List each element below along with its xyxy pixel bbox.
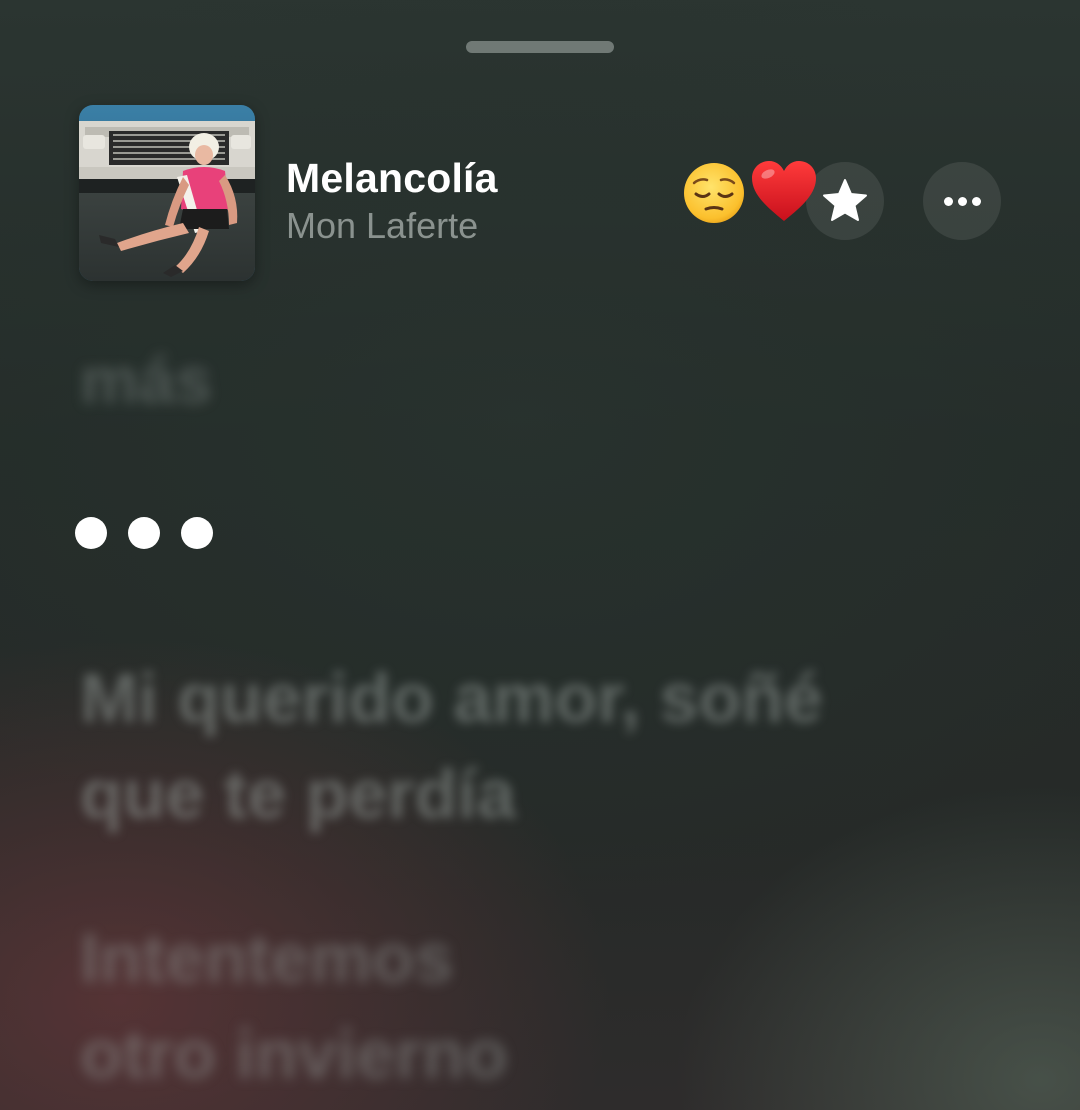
lyric-line: Mi querido amor, soñé: [80, 659, 823, 737]
red-heart-emoji: [750, 159, 818, 225]
interlude-dot: [128, 517, 160, 549]
interlude-dot: [75, 517, 107, 549]
artist-name[interactable]: Mon Laferte: [286, 205, 478, 247]
lyric-line: otro invierno: [80, 1015, 508, 1093]
lyric-line: Intentemos: [80, 919, 454, 997]
song-title[interactable]: Melancolía: [286, 155, 498, 202]
interlude-dot: [181, 517, 213, 549]
album-artwork[interactable]: [79, 105, 255, 281]
more-options-button[interactable]: [923, 162, 1001, 240]
lyric-block[interactable]: Intentemos otro invierno: [80, 910, 508, 1102]
instrumental-interlude-indicator: [75, 517, 213, 549]
ellipsis-icon: [943, 196, 981, 206]
lyric-line-previous[interactable]: más: [80, 342, 212, 418]
lyric-block[interactable]: Mi querido amor, soñé que te perdía: [80, 650, 823, 842]
star-icon: [823, 179, 867, 221]
pensive-face-emoji: [682, 161, 746, 225]
sheet-grabber-handle[interactable]: [466, 41, 614, 53]
lyric-line: que te perdía: [80, 755, 516, 833]
